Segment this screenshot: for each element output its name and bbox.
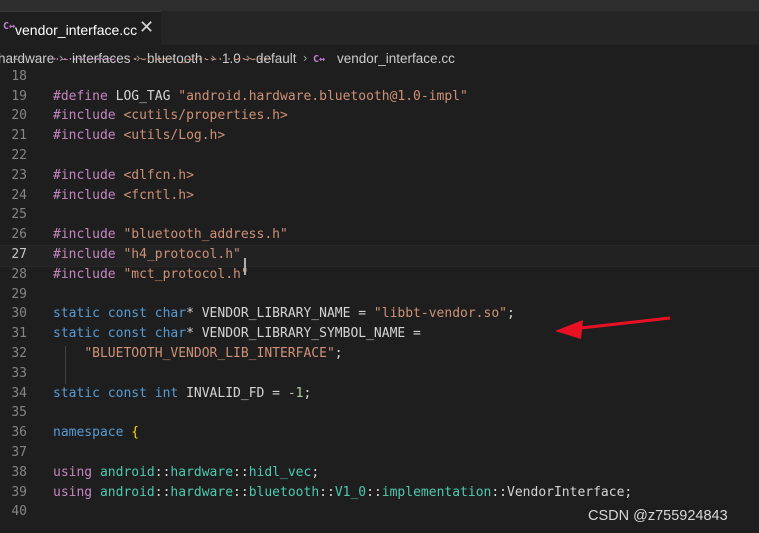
arrow-shaft bbox=[571, 316, 671, 331]
watermark: CSDN @z755924843 bbox=[588, 508, 728, 524]
red-arrow-annotation bbox=[555, 316, 671, 339]
arrow-head bbox=[555, 320, 583, 339]
